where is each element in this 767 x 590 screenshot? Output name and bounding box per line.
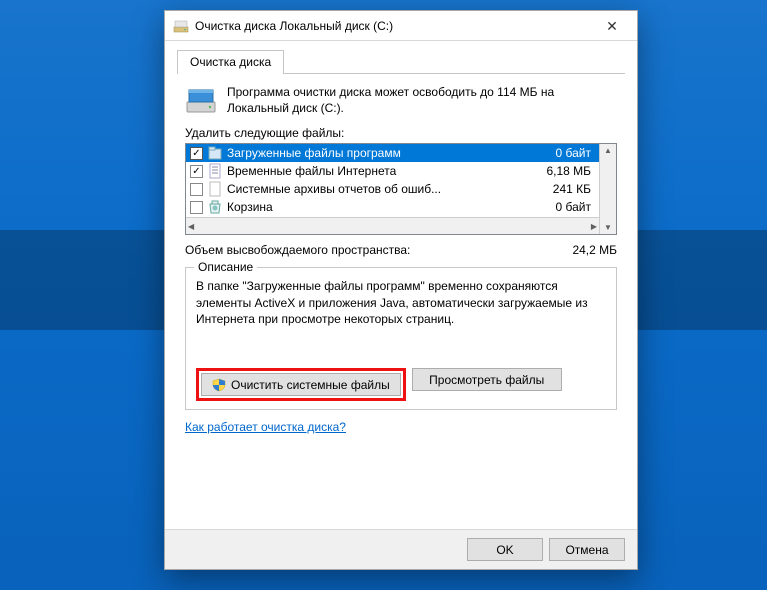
list-item[interactable]: ✓ Загруженные файлы программ 0 байт	[186, 144, 599, 162]
horizontal-scrollbar[interactable]: ◀ ▶	[186, 217, 599, 234]
file-type-icon	[207, 163, 223, 179]
clean-system-files-button[interactable]: Очистить системные файлы	[201, 373, 401, 396]
list-item[interactable]: ✓ Временные файлы Интернета 6,18 МБ	[186, 162, 599, 180]
disk-cleanup-dialog: Очистка диска Локальный диск (C:) ✕ Очис…	[164, 10, 638, 570]
file-list: ✓ Загруженные файлы программ 0 байт ✓ Времен…	[185, 143, 617, 235]
file-type-icon	[207, 145, 223, 161]
item-size: 0 байт	[556, 200, 595, 214]
scroll-left-icon: ◀	[188, 222, 194, 231]
clean-system-files-label: Очистить системные файлы	[231, 378, 390, 392]
item-size: 241 КБ	[553, 182, 595, 196]
checkbox[interactable]: ✓	[190, 147, 203, 160]
checkbox[interactable]: ✓	[190, 165, 203, 178]
total-value: 24,2 МБ	[572, 243, 617, 257]
how-it-works-link[interactable]: Как работает очистка диска?	[185, 420, 617, 434]
item-name: Временные файлы Интернета	[227, 164, 542, 178]
item-name: Системные архивы отчетов об ошиб...	[227, 182, 549, 196]
item-name: Загруженные файлы программ	[227, 146, 552, 160]
checkbox[interactable]	[190, 183, 203, 196]
checkbox[interactable]	[190, 201, 203, 214]
tab-strip: Очистка диска	[177, 49, 625, 74]
cancel-button[interactable]: Отмена	[549, 538, 625, 561]
scroll-up-icon: ▲	[604, 144, 612, 157]
window-title: Очистка диска Локальный диск (C:)	[195, 19, 593, 33]
disk-cleanup-icon	[173, 18, 189, 34]
file-type-icon	[207, 181, 223, 197]
description-group: Описание В папке "Загруженные файлы прог…	[185, 267, 617, 410]
view-files-label: Просмотреть файлы	[429, 373, 544, 387]
description-text: В папке "Загруженные файлы программ" вре…	[196, 278, 606, 340]
total-row: Объем высвобождаемого пространства: 24,2…	[185, 243, 617, 257]
scroll-down-icon: ▼	[604, 221, 612, 234]
item-size: 0 байт	[556, 146, 595, 160]
titlebar: Очистка диска Локальный диск (C:) ✕	[165, 11, 637, 41]
uac-shield-icon	[212, 378, 226, 392]
description-legend: Описание	[194, 260, 257, 274]
list-item[interactable]: Системные архивы отчетов об ошиб... 241 К…	[186, 180, 599, 198]
ok-button[interactable]: OK	[467, 538, 543, 561]
total-label: Объем высвобождаемого пространства:	[185, 243, 572, 257]
view-files-button[interactable]: Просмотреть файлы	[412, 368, 562, 391]
drive-icon	[185, 84, 217, 116]
action-row: Очистить системные файлы Просмотреть фай…	[196, 368, 606, 401]
list-item[interactable]: Корзина 0 байт	[186, 198, 599, 216]
intro-text: Программа очистки диска может освободить…	[227, 84, 617, 116]
scroll-right-icon: ▶	[591, 222, 597, 231]
dialog-footer: OK Отмена	[165, 529, 637, 569]
close-icon: ✕	[606, 19, 618, 33]
dialog-body: Очистка диска Программа очистки диска мо…	[165, 41, 637, 529]
tab-content: Программа очистки диска может освободить…	[177, 74, 625, 519]
vertical-scrollbar[interactable]: ▲ ▼	[599, 144, 616, 234]
item-name: Корзина	[227, 200, 552, 214]
list-label: Удалить следующие файлы:	[185, 126, 617, 140]
close-button[interactable]: ✕	[593, 13, 631, 39]
file-type-icon	[207, 199, 223, 215]
intro-row: Программа очистки диска может освободить…	[185, 84, 617, 116]
highlight-box: Очистить системные файлы	[196, 368, 406, 401]
item-size: 6,18 МБ	[546, 164, 595, 178]
tab-cleanup[interactable]: Очистка диска	[177, 50, 284, 74]
